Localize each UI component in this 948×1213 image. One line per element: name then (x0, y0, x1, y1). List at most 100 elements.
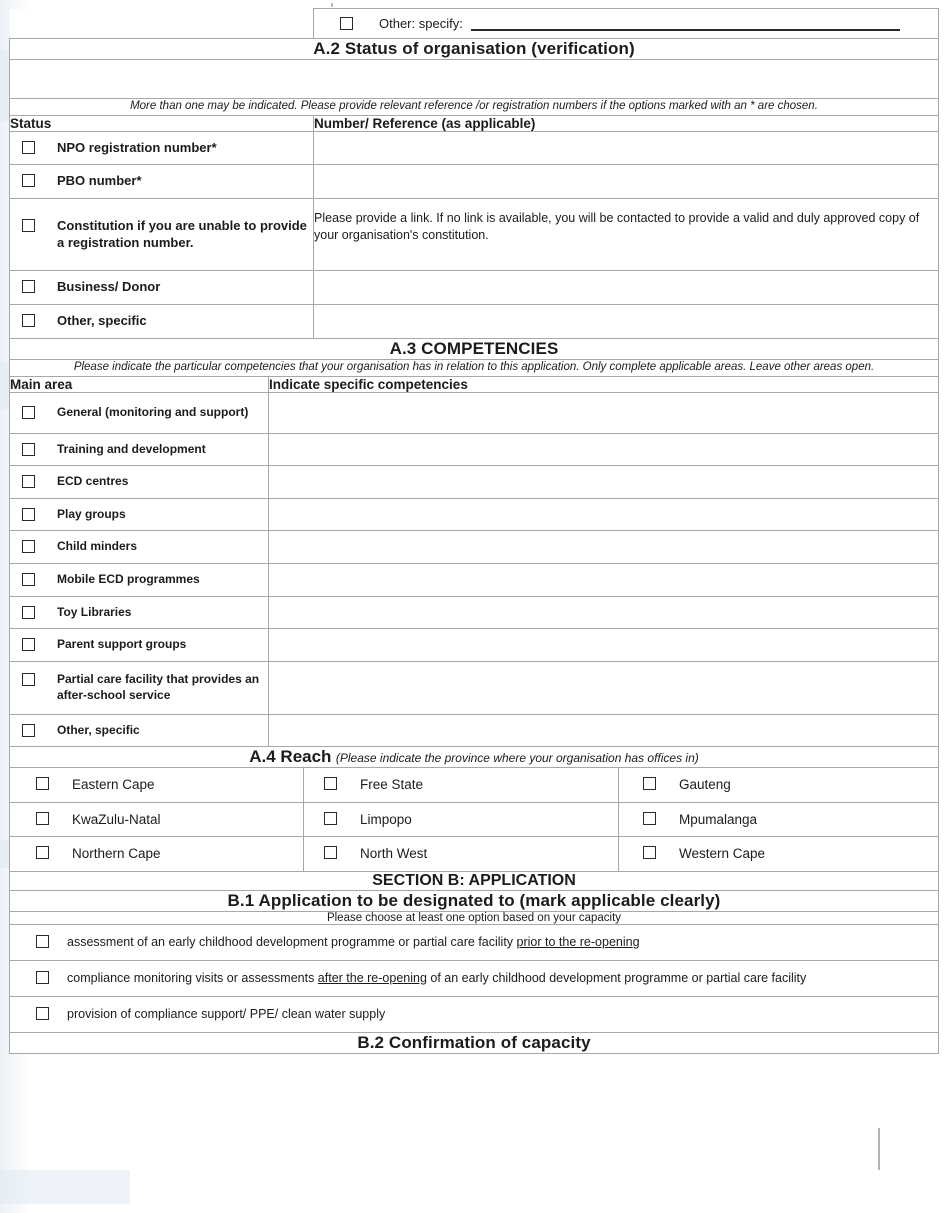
a4-province-cell: North West (303, 836, 619, 872)
a3-checkbox-other[interactable] (22, 723, 35, 737)
b1-title-row: B.1 Application to be designated to (mar… (9, 889, 939, 912)
a4-province-cell: Northern Cape (9, 836, 304, 872)
a3-checkbox-mobile-ecd[interactable] (22, 572, 35, 586)
table-row: Parent support groups (9, 628, 939, 662)
a3-checkbox-ecd-centres[interactable] (22, 475, 35, 489)
a3-label-mobile-ecd: Mobile ECD programmes (57, 571, 200, 586)
a3-value-partial-care[interactable] (268, 660, 939, 715)
a4-province-cell: Free State (303, 767, 619, 803)
a3-value-general[interactable] (268, 391, 939, 434)
b2-title-row: B.2 Confirmation of capacity (9, 1031, 939, 1054)
a4-label-kwazulu-natal: KwaZulu-Natal (72, 811, 161, 827)
a4-checkbox-free-state[interactable] (324, 777, 337, 791)
other-specify-checkbox[interactable] (340, 17, 353, 30)
other-specify-row: Other: specify: (9, 8, 939, 39)
a3-checkbox-parent-support[interactable] (22, 638, 35, 652)
a2-header-status: Status (9, 114, 314, 132)
a3-option-cell: Parent support groups (9, 628, 269, 662)
a3-value-play-groups[interactable] (268, 497, 939, 532)
table-row: Other, specific (9, 304, 939, 340)
a4-checkbox-mpumalanga[interactable] (643, 811, 656, 825)
a2-value-business-donor[interactable] (313, 270, 939, 306)
b1-opt1-underline: prior to the re-opening (516, 934, 640, 949)
a3-value-child-minders[interactable] (268, 530, 939, 564)
a3-option-cell: Play groups (9, 497, 269, 532)
a2-checkbox-npo[interactable] (22, 140, 35, 154)
b1-checkbox-compliance-support[interactable] (36, 1006, 49, 1020)
a4-label-mpumalanga: Mpumalanga (679, 811, 758, 827)
a2-checkbox-constitution[interactable] (22, 218, 35, 232)
a4-province-cell: KwaZulu-Natal (9, 801, 304, 838)
a3-label-partial-care: Partial care facility that provides an a… (57, 672, 260, 702)
a4-label-northern-cape: Northern Cape (72, 846, 161, 862)
a2-label-other: Other, specific (57, 313, 147, 329)
a3-option-cell: Toy Libraries (9, 595, 269, 630)
a4-checkbox-northern-cape[interactable] (36, 846, 49, 860)
a2-checkbox-other[interactable] (22, 314, 35, 328)
a4-province-cell: Limpopo (303, 801, 619, 838)
a4-label-limpopo: Limpopo (360, 811, 412, 827)
other-specify-cell: Other: specify: (313, 8, 939, 39)
a3-checkbox-play-groups[interactable] (22, 507, 35, 521)
table-row: compliance monitoring visits or assessme… (9, 959, 939, 997)
a3-checkbox-training[interactable] (22, 442, 35, 456)
b1-checkbox-after-reopening[interactable] (36, 970, 49, 984)
a4-province-cell: Western Cape (617, 836, 940, 872)
b1-checkbox-prior-reopening[interactable] (36, 934, 49, 948)
b1-option-cell-1: assessment of an early childhood develop… (9, 923, 939, 961)
a3-checkbox-general[interactable] (22, 405, 35, 419)
a4-label-free-state: Free State (360, 777, 424, 793)
a3-checkbox-partial-care[interactable] (22, 673, 35, 687)
a3-option-cell: ECD centres (9, 465, 269, 499)
a3-value-parent-support[interactable] (268, 628, 939, 662)
a3-title-row: A.3 COMPETENCIES (9, 338, 939, 361)
a2-checkbox-business-donor[interactable] (22, 280, 35, 294)
b1-opt2-underline: after the re-opening (317, 970, 427, 985)
a4-checkbox-western-cape[interactable] (643, 846, 656, 860)
b1-label-prior-reopening: assessment of an early childhood develop… (49, 934, 640, 951)
other-specify-write-in-line[interactable] (470, 28, 900, 31)
table-row: provision of compliance support/ PPE/ cl… (9, 995, 939, 1033)
section-b-table: SECTION B: APPLICATION B.1 Application t… (9, 870, 939, 1054)
a4-checkbox-eastern-cape[interactable] (36, 777, 49, 791)
a3-label-general: General (monitoring and support) (57, 404, 249, 419)
b2-title: B.2 Confirmation of capacity (9, 1031, 939, 1054)
a2-value-other[interactable] (313, 304, 939, 340)
a2-checkbox-pbo[interactable] (22, 174, 35, 188)
a3-label-parent-support: Parent support groups (57, 637, 187, 652)
a3-section-title: A.3 COMPETENCIES (9, 338, 939, 361)
a3-option-cell: General (monitoring and support) (9, 391, 269, 434)
a3-value-mobile-ecd[interactable] (268, 562, 939, 597)
a3-label-ecd-centres: ECD centres (57, 474, 129, 489)
table-row: KwaZulu-Natal Limpopo Mpumalanga (9, 801, 940, 838)
a3-value-training[interactable] (268, 432, 939, 467)
a3-checkbox-child-minders[interactable] (22, 540, 35, 554)
a3-option-cell: Partial care facility that provides an a… (9, 660, 269, 715)
table-row: Other, specific (9, 713, 939, 748)
a4-checkbox-gauteng[interactable] (643, 777, 656, 791)
a3-value-other[interactable] (268, 713, 939, 748)
table-row: Business/ Donor (9, 270, 939, 306)
b1-instruction-note: Please choose at least one option based … (9, 910, 939, 925)
table-row: assessment of an early childhood develop… (9, 923, 939, 961)
a4-checkbox-limpopo[interactable] (324, 811, 337, 825)
form-page: Other: specify: A.2 Status of organisati… (8, 8, 940, 1054)
a3-checkbox-toy-libraries[interactable] (22, 605, 35, 619)
a4-checkbox-kwazulu-natal[interactable] (36, 811, 49, 825)
a3-value-toy-libraries[interactable] (268, 595, 939, 630)
table-row: NPO registration number* (9, 130, 939, 166)
a3-option-cell: Training and development (9, 432, 269, 467)
a2-label-npo: NPO registration number* (57, 139, 217, 155)
empty-left-cell (9, 8, 314, 39)
a4-province-cell: Eastern Cape (9, 767, 304, 803)
table-row: Toy Libraries (9, 595, 939, 630)
a3-label-child-minders: Child minders (57, 539, 138, 554)
a4-checkbox-north-west[interactable] (324, 846, 337, 860)
a2-value-npo[interactable] (313, 130, 939, 166)
a2-value-pbo[interactable] (313, 164, 939, 200)
a3-value-ecd-centres[interactable] (268, 465, 939, 499)
a2-title-row: A.2 Status of organisation (verification… (9, 38, 939, 60)
a2-value-constitution[interactable]: Please provide a link. If no link is ava… (313, 198, 939, 272)
a4-reach-table: A.4 Reach (Please indicate the province … (8, 746, 940, 872)
a4-label-gauteng: Gauteng (679, 777, 731, 793)
